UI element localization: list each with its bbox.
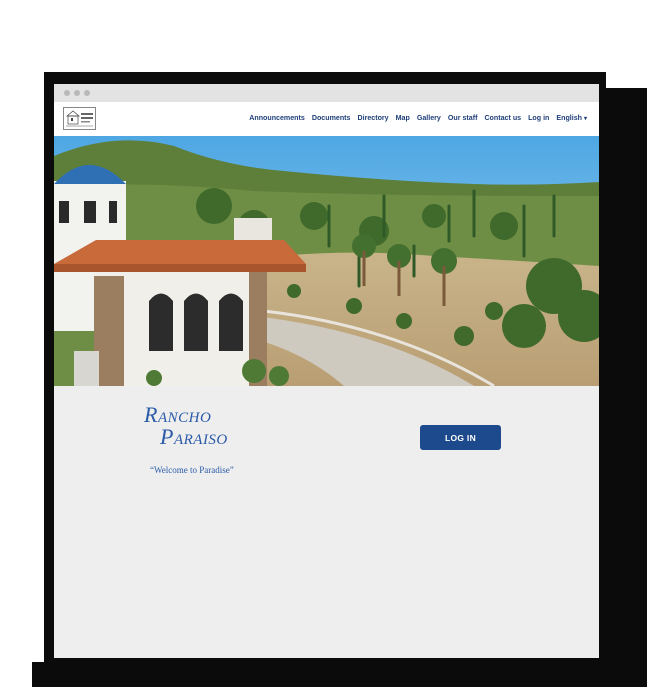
brand-cap-r: R bbox=[144, 402, 158, 427]
brand-cap-p: P bbox=[160, 424, 174, 449]
nav-documents[interactable]: Documents bbox=[312, 114, 351, 122]
nav-our-staff[interactable]: Our staff bbox=[448, 114, 478, 122]
nav-announcements[interactable]: Announcements bbox=[249, 114, 305, 122]
nav-gallery[interactable]: Gallery bbox=[417, 114, 441, 122]
brand-tagline: “Welcome to Paradise” bbox=[150, 465, 234, 475]
hero-image bbox=[54, 136, 599, 386]
nav-contact-us[interactable]: Contact us bbox=[484, 114, 521, 122]
window-dot-icon[interactable] bbox=[64, 90, 70, 96]
browser-chrome bbox=[54, 84, 599, 102]
chevron-down-icon: ▾ bbox=[583, 116, 587, 122]
brand-rest-araiso: ARAISO bbox=[173, 432, 228, 448]
brand-logo: RANCHO PARAISO bbox=[140, 402, 260, 472]
nav-map[interactable]: Map bbox=[396, 114, 410, 122]
brand-line-paraiso: PARAISO bbox=[160, 424, 228, 450]
language-selector[interactable]: English ▾ bbox=[556, 114, 587, 122]
nav-log-in[interactable]: Log in bbox=[528, 114, 549, 122]
nav-directory[interactable]: Directory bbox=[357, 114, 388, 122]
window-dot-icon[interactable] bbox=[84, 90, 90, 96]
site-navbar: Announcements Documents Directory Map Ga… bbox=[54, 102, 599, 136]
language-label: English bbox=[556, 114, 582, 122]
main-nav: Announcements Documents Directory Map Ga… bbox=[249, 114, 587, 122]
browser-window: Announcements Documents Directory Map Ga… bbox=[54, 84, 599, 658]
login-button[interactable]: LOG IN bbox=[420, 425, 501, 450]
window-dot-icon[interactable] bbox=[74, 90, 80, 96]
frame-shadow-right bbox=[604, 88, 647, 687]
site-logo-icon[interactable] bbox=[63, 107, 96, 130]
